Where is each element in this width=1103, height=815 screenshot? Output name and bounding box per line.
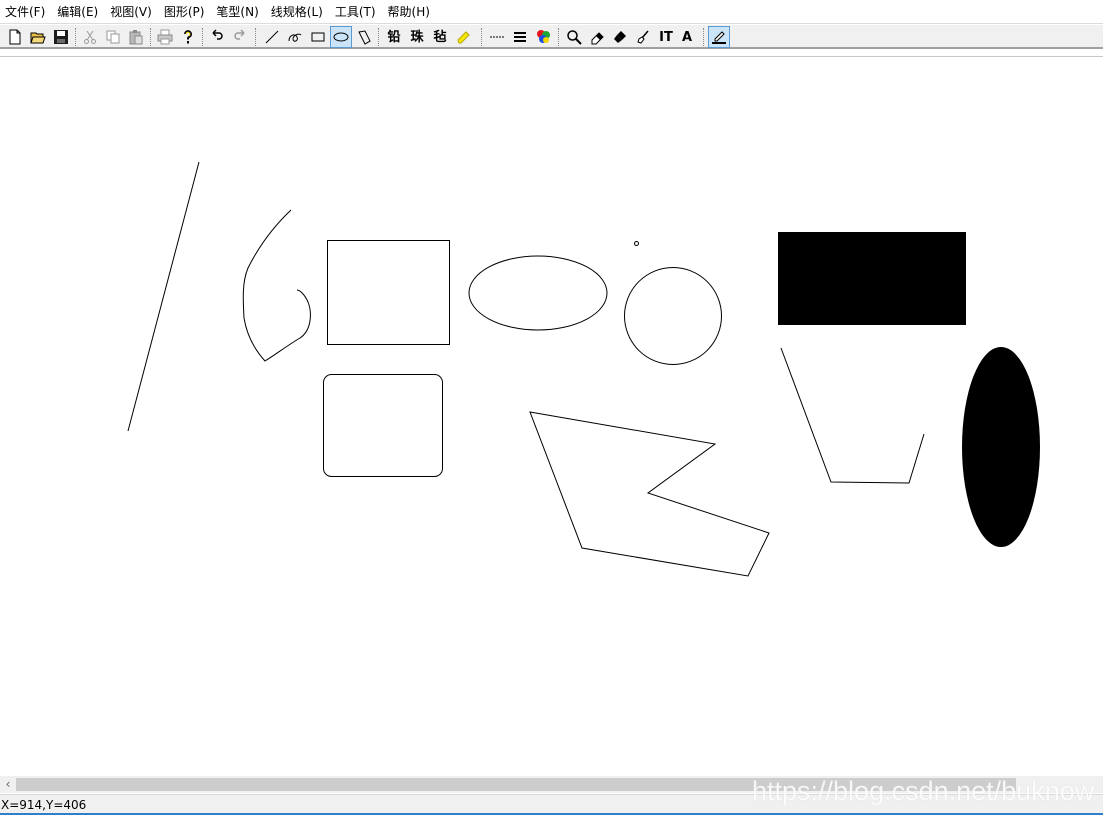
- redo-icon: [234, 29, 245, 40]
- ballpoint-pen-button[interactable]: 珠: [406, 26, 428, 48]
- watermark-text: https://blog.csdn.net/buknow: [752, 776, 1095, 806]
- ruler-strip: [0, 49, 1103, 57]
- cut-button[interactable]: [79, 26, 101, 48]
- color-button[interactable]: [532, 26, 554, 48]
- save-button[interactable]: [50, 26, 72, 48]
- curve-icon: [288, 33, 302, 42]
- scissors-icon: [84, 30, 96, 44]
- font-button[interactable]: A: [676, 26, 698, 48]
- line-icon: [265, 30, 279, 44]
- pencil-pen-label: 铅: [387, 29, 401, 45]
- line-tool-button[interactable]: [261, 26, 283, 48]
- highlighter-icon: [457, 31, 470, 44]
- straight-line-shape[interactable]: [127, 161, 200, 432]
- sign-pen-button[interactable]: [708, 26, 730, 48]
- drawing-canvas[interactable]: [0, 58, 1103, 776]
- rounded-rectangle-shape[interactable]: [323, 374, 443, 477]
- menu-view[interactable]: 视图(V): [105, 0, 159, 24]
- new-file-button[interactable]: [4, 26, 26, 48]
- highlighter-button[interactable]: [452, 26, 474, 48]
- dashed-line-icon: [490, 36, 504, 38]
- paint-brush-icon: [614, 31, 626, 43]
- polygon-tool-button[interactable]: [353, 26, 375, 48]
- drawing-surface[interactable]: [0, 58, 1103, 776]
- filled-ellipse-shape[interactable]: [962, 347, 1040, 547]
- rectangle-tool-button[interactable]: [307, 26, 329, 48]
- ballpoint-pen-label: 珠: [410, 29, 424, 45]
- filled-rectangle-shape[interactable]: [778, 232, 966, 325]
- felt-pen-label: 毡: [433, 29, 447, 45]
- clipboard-icon: [129, 30, 143, 45]
- menu-pen[interactable]: 笔型(N): [211, 0, 265, 24]
- ellipse-tool-button[interactable]: [330, 26, 352, 48]
- polygon-icon: [358, 30, 371, 45]
- ellipse-icon: [333, 32, 349, 42]
- open-file-button[interactable]: [27, 26, 49, 48]
- rectangle-shape[interactable]: [327, 240, 450, 345]
- print-button[interactable]: [154, 26, 176, 48]
- new-file-icon: [9, 29, 21, 45]
- toolbar-separator: [703, 28, 704, 46]
- toolbar: 铅 珠 毡 IT A: [0, 25, 1103, 49]
- felt-pen-button[interactable]: 毡: [429, 26, 451, 48]
- printer-icon: [157, 29, 173, 45]
- open-folder-icon: [30, 32, 46, 44]
- color-palette-icon: [537, 30, 550, 43]
- toolbar-separator: [202, 28, 203, 46]
- scroll-left-arrow-icon[interactable]: ‹: [0, 776, 16, 793]
- menu-tools[interactable]: 工具(T): [330, 0, 383, 24]
- redo-button[interactable]: [229, 26, 251, 48]
- text-tool-label: IT: [659, 29, 673, 45]
- eraser-icon: [591, 32, 604, 45]
- brush-icon: [637, 30, 649, 44]
- polygon-shape[interactable]: [529, 411, 770, 577]
- small-point-shape[interactable]: [634, 241, 639, 246]
- freehand-curve-shape[interactable]: [242, 209, 311, 362]
- rectangle-icon: [311, 32, 325, 42]
- menu-help[interactable]: 帮助(H): [383, 0, 437, 24]
- font-label: A: [681, 29, 693, 45]
- circle-shape[interactable]: [624, 267, 722, 365]
- toolbar-separator: [378, 28, 379, 46]
- eraser-button[interactable]: [586, 26, 608, 48]
- copy-button[interactable]: [102, 26, 124, 48]
- toolbar-separator: [481, 28, 482, 46]
- curve-tool-button[interactable]: [284, 26, 306, 48]
- sign-pen-icon: [712, 31, 726, 44]
- toolbar-separator: [255, 28, 256, 46]
- zoom-button[interactable]: [563, 26, 585, 48]
- toolbar-separator: [150, 28, 151, 46]
- copy-icon: [106, 30, 120, 44]
- ellipse-shape[interactable]: [468, 255, 608, 331]
- magnifier-icon: [567, 30, 582, 45]
- menu-shape[interactable]: 图形(P): [159, 0, 212, 24]
- undo-button[interactable]: [206, 26, 228, 48]
- line-width-button[interactable]: [509, 26, 531, 48]
- fill-brush-button[interactable]: [609, 26, 631, 48]
- toolbar-separator: [75, 28, 76, 46]
- line-width-icon: [514, 32, 526, 42]
- help-question-icon: [184, 30, 192, 44]
- help-button[interactable]: [177, 26, 199, 48]
- menu-file[interactable]: 文件(F): [0, 0, 52, 24]
- paste-button[interactable]: [125, 26, 147, 48]
- toolbar-separator: [558, 28, 559, 46]
- polyline-shape[interactable]: [780, 347, 925, 484]
- menu-edit[interactable]: 编辑(E): [52, 0, 105, 24]
- brush-tool-button[interactable]: [632, 26, 654, 48]
- cursor-coordinates: X=914,Y=406: [1, 798, 87, 812]
- undo-icon: [212, 29, 223, 40]
- menu-bar: 文件(F) 编辑(E) 视图(V) 图形(P) 笔型(N) 线规格(L) 工具(…: [0, 0, 1103, 24]
- pencil-pen-button[interactable]: 铅: [383, 26, 405, 48]
- dashed-line-style-button[interactable]: [486, 26, 508, 48]
- text-tool-button[interactable]: IT: [655, 26, 677, 48]
- floppy-disk-icon: [54, 30, 68, 44]
- menu-line-style[interactable]: 线规格(L): [266, 0, 330, 24]
